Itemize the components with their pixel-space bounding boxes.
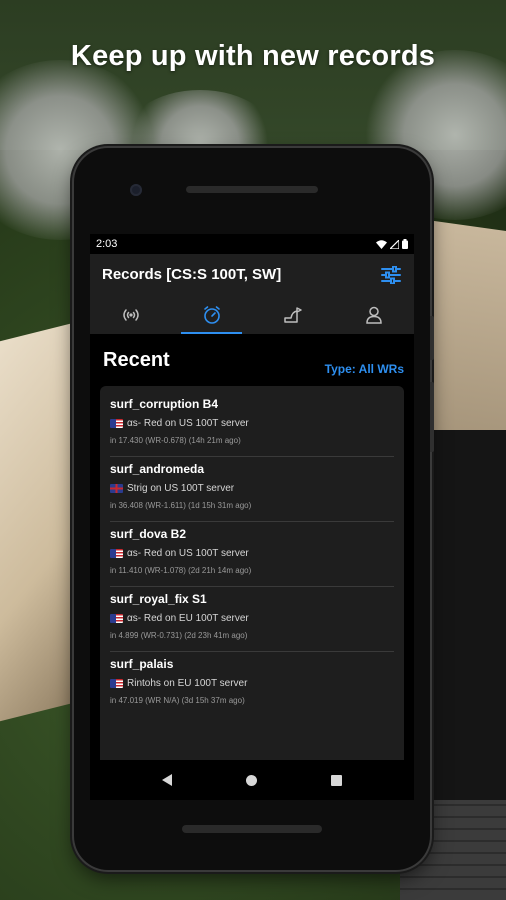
wifi-icon bbox=[376, 239, 387, 249]
status-bar: 2:03 bbox=[90, 234, 414, 254]
tab-maps[interactable] bbox=[252, 296, 333, 334]
record-map-name: surf_corruption B4 bbox=[110, 397, 219, 411]
tab-servers[interactable] bbox=[90, 296, 171, 334]
signal-icon bbox=[122, 309, 139, 321]
tab-profile[interactable] bbox=[333, 296, 414, 334]
record-time-meta: in 11.410 (WR-1.078) (2d 21h 14m ago) bbox=[110, 566, 252, 575]
recents-icon[interactable] bbox=[331, 774, 342, 786]
app-title: Records [CS:S 100T, SW] bbox=[102, 266, 282, 283]
record-map-name: surf_palais bbox=[110, 657, 174, 671]
record-player-line: αs- Red on US 100T server bbox=[110, 548, 394, 559]
home-icon[interactable] bbox=[246, 774, 257, 786]
record-map-name: surf_royal_fix S1 bbox=[110, 592, 207, 606]
app-bar: Records [CS:S 100T, SW] bbox=[90, 254, 414, 334]
section-title: Recent bbox=[103, 349, 170, 371]
record-row[interactable]: surf_royal_fix S1 αs- Red on EU 100T serv… bbox=[110, 587, 394, 652]
record-row[interactable]: surf_palais Rintohs on EU 100T server in 4… bbox=[110, 652, 394, 717]
records-content: Recent Type: All WRs surf_corruption B4 α… bbox=[90, 334, 414, 772]
tab-bar bbox=[90, 296, 414, 334]
power-button bbox=[430, 316, 434, 360]
battery-icon bbox=[402, 239, 408, 249]
bottom-speaker bbox=[182, 825, 322, 833]
record-player-line: αs- Red on US 100T server bbox=[110, 418, 394, 429]
record-time-meta: in 36.408 (WR-1.611) (1d 15h 31m ago) bbox=[110, 501, 252, 510]
record-time-meta: in 4.899 (WR-0.731) (2d 23h 41m ago) bbox=[110, 631, 248, 640]
filter-button[interactable] bbox=[378, 262, 404, 288]
volume-button bbox=[430, 382, 434, 452]
record-map-name: surf_dova B2 bbox=[110, 527, 187, 541]
record-player-text: Strig on US 100T server bbox=[127, 483, 235, 494]
records-card: surf_corruption B4 αs- Red on US 100T ser… bbox=[100, 386, 404, 772]
us-flag-icon bbox=[110, 614, 123, 623]
record-row[interactable]: surf_andromeda Strig on US 100T server in … bbox=[110, 457, 394, 522]
section-header: Recent Type: All WRs bbox=[100, 334, 404, 378]
app-screen: 2:03 Records [CS:S 100T, SW] Recent Type… bbox=[90, 234, 414, 800]
record-player-line: Strig on US 100T server bbox=[110, 483, 394, 494]
record-player-text: αs- Red on US 100T server bbox=[127, 548, 249, 559]
promo-headline: Keep up with new records bbox=[70, 40, 436, 72]
phone-frame: 2:03 Records [CS:S 100T, SW] Recent Type… bbox=[74, 148, 434, 870]
us-flag-icon bbox=[110, 549, 123, 558]
system-nav-bar bbox=[90, 760, 414, 800]
tab-records[interactable] bbox=[171, 296, 252, 334]
person-icon bbox=[365, 306, 382, 324]
front-camera bbox=[130, 184, 142, 196]
status-time: 2:03 bbox=[96, 238, 118, 250]
cell-signal-icon bbox=[390, 239, 399, 249]
earpiece-speaker bbox=[186, 186, 318, 193]
record-map-name: surf_andromeda bbox=[110, 462, 205, 476]
map-icon bbox=[283, 307, 302, 323]
sliders-icon bbox=[381, 266, 401, 284]
us-flag-icon bbox=[110, 679, 123, 688]
us-flag-icon bbox=[110, 419, 123, 428]
record-player-text: αs- Red on EU 100T server bbox=[127, 613, 249, 624]
stopwatch-icon bbox=[203, 306, 220, 324]
record-player-line: Rintohs on EU 100T server bbox=[110, 678, 394, 689]
record-player-line: αs- Red on EU 100T server bbox=[110, 613, 394, 624]
record-player-text: Rintohs on EU 100T server bbox=[127, 678, 248, 689]
uk-flag-icon bbox=[110, 484, 123, 493]
record-time-meta: in 47.019 (WR N/A) (3d 15h 37m ago) bbox=[110, 696, 245, 705]
record-row[interactable]: surf_corruption B4 αs- Red on US 100T ser… bbox=[110, 392, 394, 457]
record-player-text: αs- Red on US 100T server bbox=[127, 418, 249, 429]
status-icons bbox=[376, 239, 408, 249]
back-icon[interactable] bbox=[162, 774, 172, 786]
record-time-meta: in 17.430 (WR-0.678) (14h 21m ago) bbox=[110, 436, 241, 445]
record-row[interactable]: surf_dova B2 αs- Red on US 100T server in … bbox=[110, 522, 394, 587]
type-filter-link[interactable]: Type: All WRs bbox=[325, 362, 404, 376]
